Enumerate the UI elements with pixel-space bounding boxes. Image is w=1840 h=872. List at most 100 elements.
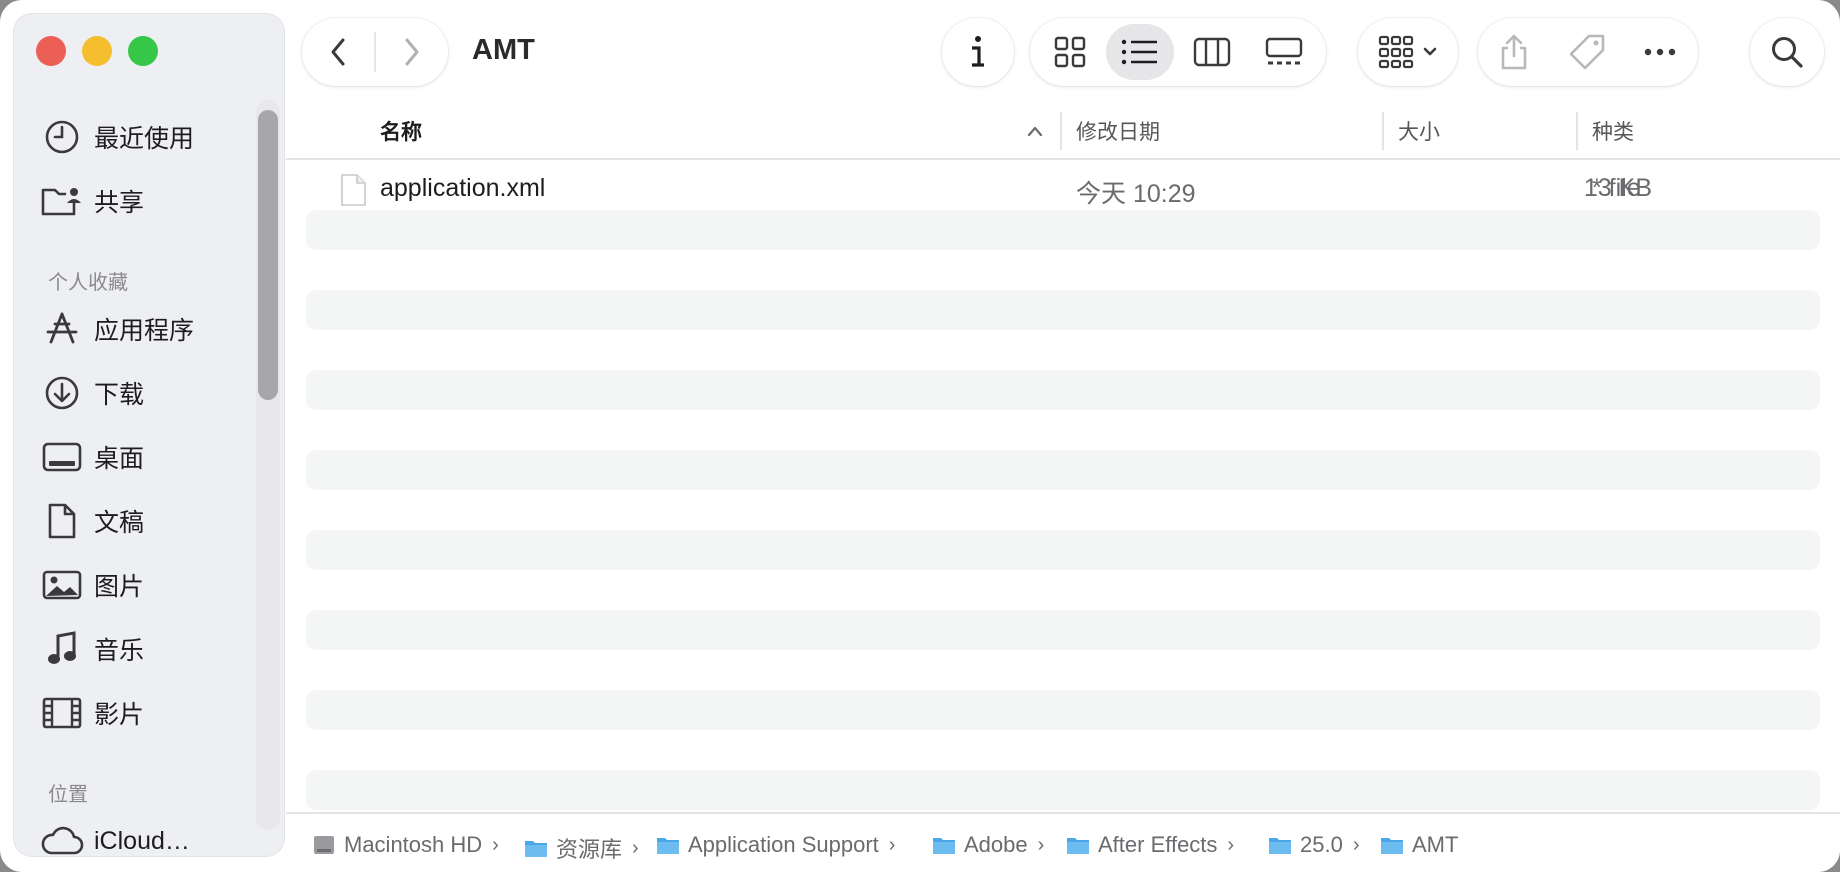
path-item-25-0[interactable]: 25.0 › bbox=[1268, 832, 1360, 858]
window-title: AMT bbox=[472, 34, 535, 66]
disk-icon bbox=[314, 836, 334, 854]
path-item-label: 资源库 bbox=[556, 837, 623, 862]
sidebar-item-label: 应用程序 bbox=[94, 317, 195, 345]
applications-icon bbox=[40, 309, 84, 349]
file-date: 今天 10:29 bbox=[1076, 180, 1196, 208]
sidebar-item-documents[interactable]: 文稿 bbox=[40, 496, 144, 546]
column-view-button[interactable] bbox=[1174, 18, 1250, 86]
desktop-icon bbox=[40, 437, 84, 477]
path-item-amt[interactable]: AMT bbox=[1380, 832, 1458, 858]
path-bar: Macintosh HD › 资源库 › Application Support… bbox=[286, 812, 1840, 872]
group-grid-icon bbox=[1378, 35, 1414, 69]
back-button[interactable] bbox=[302, 18, 374, 86]
path-item-label: After Effects bbox=[1098, 832, 1218, 857]
tag-icon bbox=[1569, 34, 1605, 70]
sidebar-scrollbar[interactable] bbox=[258, 110, 278, 400]
path-item-library[interactable]: 资源库 › bbox=[524, 832, 639, 864]
chevron-right-icon: › bbox=[492, 833, 499, 856]
tag-button[interactable] bbox=[1550, 18, 1624, 86]
empty-row bbox=[306, 610, 1820, 650]
path-item-label: 25.0 bbox=[1300, 832, 1343, 857]
path-item-adobe[interactable]: Adobe › bbox=[932, 832, 1044, 858]
more-actions-button[interactable] bbox=[1624, 18, 1696, 86]
empty-row bbox=[306, 450, 1820, 490]
sidebar-item-applications[interactable]: 应用程序 bbox=[40, 304, 194, 354]
search-button[interactable] bbox=[1750, 18, 1824, 86]
column-header-name[interactable]: 名称 bbox=[380, 116, 422, 146]
shared-folder-icon bbox=[40, 181, 84, 221]
column-header-size[interactable]: 大小 bbox=[1398, 116, 1440, 146]
sidebar-item-pictures[interactable]: 图片 bbox=[40, 560, 144, 610]
sort-ascending-icon bbox=[1027, 126, 1043, 137]
empty-row bbox=[306, 530, 1820, 570]
sidebar-item-music[interactable]: 音乐 bbox=[40, 624, 144, 674]
sidebar-item-label: 图片 bbox=[94, 573, 145, 601]
sidebar-item-downloads[interactable]: 下载 bbox=[40, 368, 144, 418]
sidebar-item-label: 桌面 bbox=[94, 445, 145, 473]
film-icon bbox=[40, 693, 84, 733]
group-by-button[interactable] bbox=[1358, 18, 1458, 86]
sidebar-item-movies[interactable]: 影片 bbox=[40, 688, 144, 738]
sidebar-item-label: 最近使用 bbox=[94, 125, 195, 153]
folder-icon bbox=[525, 841, 547, 857]
column-divider[interactable] bbox=[1382, 112, 1384, 150]
path-item-label: Macintosh HD bbox=[344, 832, 483, 857]
sidebar-item-label: iCloud… bbox=[94, 826, 190, 855]
path-item-label: Application Support bbox=[688, 832, 879, 857]
sidebar-item-label: 下载 bbox=[94, 381, 145, 409]
list-icon bbox=[1121, 39, 1157, 65]
path-item-label: AMT bbox=[1412, 832, 1459, 857]
download-icon bbox=[40, 373, 84, 413]
forward-button[interactable] bbox=[376, 18, 448, 86]
sidebar-item-icloud[interactable]: iCloud… bbox=[40, 816, 190, 866]
grid-icon bbox=[1054, 36, 1086, 68]
path-item-after-effects[interactable]: After Effects › bbox=[1066, 832, 1234, 858]
icon-view-button[interactable] bbox=[1034, 18, 1106, 86]
header-divider bbox=[286, 158, 1840, 160]
sidebar-item-label: 音乐 bbox=[94, 637, 145, 665]
chevron-right-icon: › bbox=[888, 833, 896, 856]
list-view-button[interactable] bbox=[1106, 24, 1174, 80]
file-kind: * file bbox=[1592, 174, 1641, 202]
sidebar-item-label: 影片 bbox=[94, 701, 145, 729]
ellipsis-icon bbox=[1644, 48, 1676, 56]
sidebar-section-favorites: 个人收藏 bbox=[48, 272, 128, 294]
path-item-macintosh-hd[interactable]: Macintosh HD › bbox=[312, 832, 499, 858]
chevron-right-icon bbox=[405, 38, 419, 66]
sidebar-section-locations: 位置 bbox=[48, 784, 88, 806]
chevron-right-icon: › bbox=[632, 836, 639, 859]
chevron-down-icon bbox=[1423, 47, 1437, 56]
minimize-window-button[interactable] bbox=[82, 36, 112, 66]
path-item-label: Adobe bbox=[964, 832, 1028, 857]
cloud-icon bbox=[40, 821, 84, 861]
finder-window: 最近使用 共享 个人收藏 应用程序 下载 桌面 文稿 图片 音乐 影片 位置 i… bbox=[0, 0, 1840, 872]
column-divider[interactable] bbox=[1060, 112, 1062, 150]
empty-row bbox=[306, 690, 1820, 730]
view-mode-group bbox=[1030, 18, 1326, 86]
sidebar-item-recents[interactable]: 最近使用 bbox=[40, 112, 194, 162]
navigation-group bbox=[302, 18, 448, 86]
column-header-kind[interactable]: 种类 bbox=[1592, 116, 1634, 146]
music-icon bbox=[40, 629, 84, 669]
empty-row bbox=[306, 290, 1820, 330]
sidebar-item-shared[interactable]: 共享 bbox=[40, 176, 144, 226]
empty-row bbox=[306, 370, 1820, 410]
path-item-application-support[interactable]: Application Support › bbox=[656, 832, 895, 858]
info-button[interactable] bbox=[942, 18, 1014, 86]
folder-icon bbox=[1269, 838, 1291, 854]
chevron-right-icon: › bbox=[1037, 833, 1045, 856]
table-row[interactable]: application.xml 今天 10:29 13 KB * file bbox=[286, 168, 1840, 212]
empty-row bbox=[306, 770, 1820, 810]
column-divider[interactable] bbox=[1576, 112, 1578, 150]
search-icon bbox=[1772, 37, 1803, 68]
chevron-left-icon bbox=[331, 38, 345, 66]
column-header-date[interactable]: 修改日期 bbox=[1076, 116, 1160, 146]
zoom-window-button[interactable] bbox=[128, 36, 158, 66]
chevron-right-icon: › bbox=[1352, 833, 1360, 856]
gallery-view-button[interactable] bbox=[1250, 18, 1318, 86]
chevron-right-icon: › bbox=[1227, 833, 1235, 856]
folder-icon bbox=[1067, 838, 1089, 854]
close-window-button[interactable] bbox=[36, 36, 66, 66]
sidebar-item-desktop[interactable]: 桌面 bbox=[40, 432, 144, 482]
share-button[interactable] bbox=[1478, 18, 1550, 86]
